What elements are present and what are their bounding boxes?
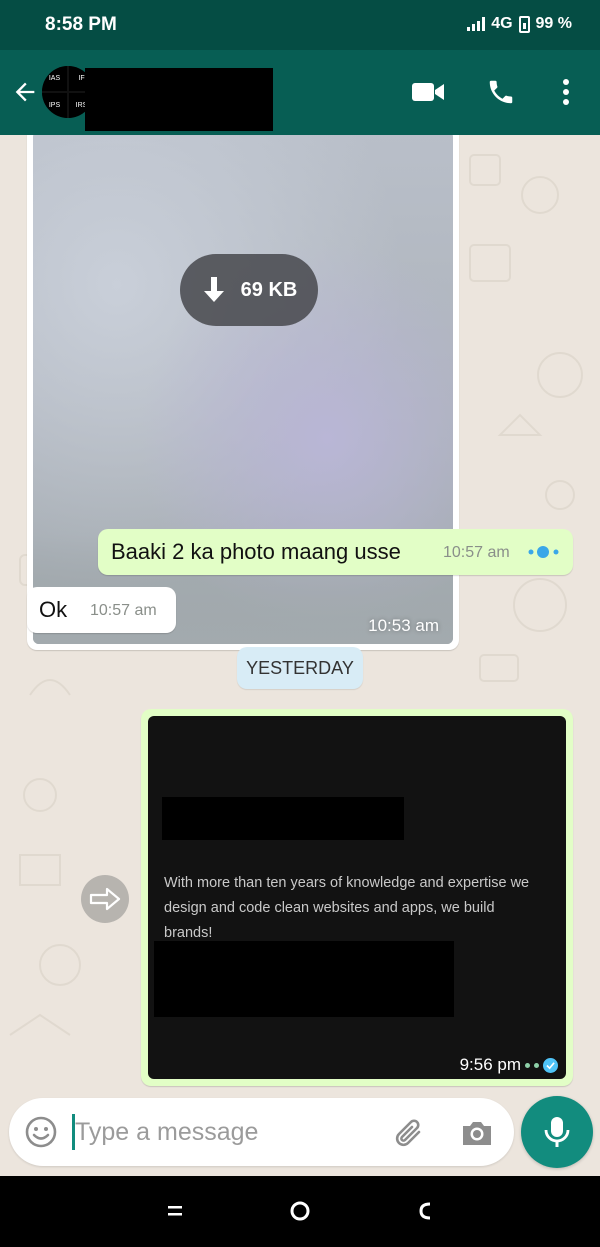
download-size: 69 KB <box>240 278 298 301</box>
battery-icon <box>518 15 530 33</box>
video-call-icon[interactable] <box>408 72 448 112</box>
download-arrow-icon <box>203 277 224 302</box>
message-time: 10:57 am <box>90 602 157 619</box>
message-text: Ok <box>39 597 68 622</box>
paperclip-icon[interactable] <box>392 1115 428 1151</box>
signal-icon <box>467 17 486 31</box>
message-time: 9:56 pm <box>459 1055 521 1074</box>
home-button[interactable] <box>285 1196 315 1226</box>
message-input[interactable] <box>75 1112 375 1152</box>
status-time: 8:58 PM <box>45 14 117 35</box>
status-bar: 8:58 PM 4G 99 % <box>0 0 600 50</box>
chat-area[interactable]: 69 KB 10:53 am Baaki 2 ka photo maang us… <box>0 135 600 1097</box>
network-type: 4G <box>491 15 513 32</box>
microphone-button[interactable] <box>521 1096 593 1168</box>
message-text: Baaki 2 ka photo maang usse <box>111 539 401 564</box>
contact-name-redacted[interactable] <box>85 68 273 131</box>
camera-icon[interactable] <box>459 1115 495 1151</box>
emoji-icon[interactable] <box>23 1114 59 1150</box>
avatar-tile: IAS <box>42 66 67 91</box>
phone-icon[interactable] <box>481 72 521 112</box>
incoming-message[interactable]: Ok 10:57 am <box>27 587 176 633</box>
chat-header: IAS IF IPS IRS <box>0 50 600 135</box>
date-divider: YESTERDAY <box>237 647 363 689</box>
pending-status-icon <box>528 546 559 558</box>
back-button[interactable] <box>410 1196 440 1226</box>
back-arrow-icon[interactable] <box>8 74 42 110</box>
message-time: 10:53 am <box>368 616 439 635</box>
redacted-title <box>162 797 404 840</box>
message-composer <box>9 1098 514 1166</box>
avatar-tile: IPS <box>42 93 67 118</box>
link-preview-description: With more than ten years of knowledge an… <box>164 875 530 941</box>
read-check-icon <box>543 1057 558 1073</box>
redacted-block <box>154 941 454 1017</box>
download-button[interactable]: 69 KB <box>180 254 318 326</box>
forward-icon[interactable] <box>81 875 129 923</box>
status-indicators: 4G 99 % <box>467 15 572 33</box>
recents-button[interactable] <box>161 1196 191 1226</box>
link-preview-card[interactable]: With more than ten years of knowledge an… <box>148 716 566 1079</box>
message-meta: 9:56 pm <box>460 1055 558 1075</box>
status-dot-icon <box>534 1062 539 1068</box>
message-time: 10:57 am <box>443 544 510 561</box>
more-options-icon[interactable] <box>546 72 586 112</box>
system-nav-bar <box>0 1176 600 1247</box>
status-dot-icon <box>525 1062 530 1068</box>
battery-level: 99 % <box>535 15 572 32</box>
link-preview-message[interactable]: With more than ten years of knowledge an… <box>141 709 573 1086</box>
microphone-icon <box>544 1117 570 1147</box>
outgoing-message[interactable]: Baaki 2 ka photo maang usse 10:57 am <box>98 529 573 575</box>
